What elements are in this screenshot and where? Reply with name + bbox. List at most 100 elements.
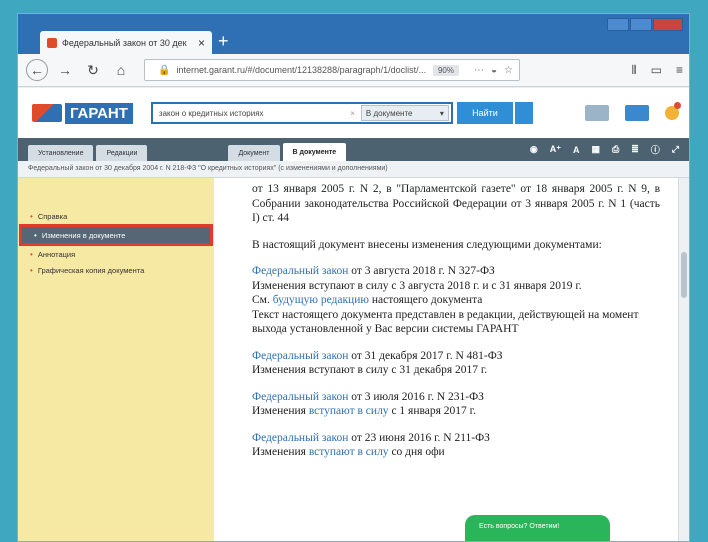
effective-text-tail: с 1 января 2017 г. bbox=[388, 405, 476, 417]
list-icon[interactable]: ≣ bbox=[631, 144, 639, 155]
maximize-button[interactable] bbox=[630, 18, 652, 31]
chat-widget-button[interactable]: Есть вопросы? Ответим! bbox=[465, 515, 610, 541]
search-scope-select[interactable]: В документе ▾ bbox=[360, 105, 449, 121]
change-entry: Федеральный закон от 3 июля 2016 г. N 23… bbox=[252, 390, 660, 419]
expand-icon[interactable]: ⤢ bbox=[672, 144, 679, 155]
font-increase-button[interactable]: A⁺ bbox=[550, 144, 561, 155]
intro-paragraph: от 13 января 2005 г. N 2, в "Парламентск… bbox=[252, 183, 660, 224]
law-title: от 31 декабря 2017 г. N 481-ФЗ bbox=[348, 349, 503, 362]
effective-text: Изменения вступают в силу с 3 августа 20… bbox=[252, 279, 582, 292]
reload-icon[interactable]: ↻ bbox=[82, 59, 104, 81]
effective-text: Изменения вступают в силу с 31 декабря 2… bbox=[252, 364, 488, 376]
law-link[interactable]: Федеральный закон bbox=[252, 265, 348, 277]
find-options-button[interactable] bbox=[514, 102, 533, 124]
close-window-button[interactable] bbox=[653, 18, 683, 31]
minimize-button[interactable] bbox=[607, 18, 629, 31]
lists-icon[interactable] bbox=[585, 105, 609, 121]
save-icon[interactable]: ▦ bbox=[592, 144, 601, 155]
pocket-icon[interactable]: ◒ bbox=[491, 65, 497, 76]
sidebar-item-label: Изменения в документе bbox=[41, 230, 126, 240]
forward-icon[interactable]: → bbox=[54, 59, 76, 81]
change-entry: Федеральный закон от 23 июня 2016 г. N 2… bbox=[252, 431, 660, 460]
menu-icon[interactable]: ≡ bbox=[676, 63, 683, 78]
garant-logo[interactable]: ГАРАНТ bbox=[32, 102, 133, 124]
future-edition-link[interactable]: будущую редакцию bbox=[273, 294, 369, 306]
browser-window: Федеральный закон от 30 дек × + ← → ↻ ⌂ … bbox=[17, 13, 690, 542]
bullet-icon: • bbox=[30, 265, 33, 275]
bullet-icon: • bbox=[34, 230, 37, 240]
law-title: от 23 июня 2016 г. N 211-ФЗ bbox=[348, 431, 490, 444]
home-icon[interactable]: ⌂ bbox=[110, 59, 132, 81]
document-content: от 13 января 2005 г. N 2, в "Парламентск… bbox=[214, 178, 680, 541]
effective-text: Изменения bbox=[252, 446, 309, 458]
see-text-tail: настоящего документа bbox=[368, 294, 483, 306]
scrollbar-thumb[interactable] bbox=[681, 252, 687, 298]
effective-text: Изменения bbox=[252, 405, 309, 417]
law-link[interactable]: Федеральный закон bbox=[252, 350, 348, 362]
zoom-level[interactable]: 90% bbox=[432, 64, 459, 76]
lock-icon: 🔒 bbox=[158, 64, 171, 76]
breadcrumb[interactable]: Федеральный закон от 30 декабря 2004 г. … bbox=[18, 161, 689, 178]
bullet-icon: • bbox=[30, 211, 33, 221]
tab-strip: Федеральный закон от 30 дек × + bbox=[18, 14, 689, 54]
browser-tab[interactable]: Федеральный закон от 30 дек × bbox=[40, 31, 212, 54]
find-button[interactable]: Найти bbox=[456, 102, 513, 124]
logo-text: ГАРАНТ bbox=[65, 102, 133, 124]
tab-title: Федеральный закон от 30 дек bbox=[62, 37, 187, 48]
print-icon[interactable]: ⎙ bbox=[612, 144, 619, 155]
users-icon[interactable] bbox=[625, 105, 649, 121]
sidebar-item-info[interactable]: • Справка bbox=[18, 208, 214, 224]
effective-text-tail: со дня офи bbox=[388, 446, 445, 458]
notifications-icon[interactable] bbox=[665, 102, 681, 120]
address-bar[interactable]: 🔒 internet.garant.ru/#/document/12138288… bbox=[144, 59, 520, 81]
back-icon[interactable]: ← bbox=[26, 59, 48, 81]
document-tools: ◉ A⁺ A ▦ ⎙ ≣ ⓘ ⤢ bbox=[518, 138, 679, 161]
logo-mark-icon bbox=[32, 104, 62, 122]
tab-in-document[interactable]: В документе bbox=[282, 143, 347, 161]
see-text: См. bbox=[252, 294, 273, 306]
chevron-down-icon: ▾ bbox=[439, 108, 444, 118]
url-text: internet.garant.ru/#/document/12138288/p… bbox=[176, 65, 427, 75]
sidebar-item-label: Аннотация bbox=[37, 249, 76, 259]
changes-lead: В настоящий документ внесены изменения с… bbox=[252, 238, 602, 251]
scrollbar[interactable] bbox=[678, 178, 689, 541]
sidebar-item-graphic-copy[interactable]: • Графическая копия документа bbox=[18, 262, 214, 278]
tab-editions[interactable]: Редакции bbox=[96, 145, 148, 161]
bookmark-star-icon[interactable]: ☆ bbox=[504, 65, 513, 76]
sidebar-item-label: Графическая копия документа bbox=[37, 265, 145, 275]
sidebar: • Справка • Изменения в документе • Анно… bbox=[18, 178, 214, 541]
new-tab-button[interactable]: + bbox=[218, 32, 229, 50]
change-entry: Федеральный закон от 3 августа 2018 г. N… bbox=[252, 264, 660, 337]
tab-document[interactable]: Документ bbox=[228, 145, 280, 161]
eye-icon[interactable]: ◉ bbox=[530, 144, 538, 155]
law-link[interactable]: Федеральный закон bbox=[252, 391, 348, 403]
document-tabs: Установление Редакции Документ В докумен… bbox=[18, 138, 689, 161]
law-title: от 3 июля 2016 г. N 231-ФЗ bbox=[348, 390, 484, 403]
effective-link[interactable]: вступают в силу bbox=[309, 446, 389, 458]
header-icons bbox=[569, 102, 681, 121]
effective-link[interactable]: вступают в силу bbox=[309, 405, 389, 417]
bullet-icon: • bbox=[30, 249, 33, 259]
library-icon[interactable]: ⫴ bbox=[632, 63, 637, 78]
more-icon[interactable]: ⋯ bbox=[474, 65, 484, 76]
font-decrease-button[interactable]: A bbox=[573, 145, 580, 155]
law-link[interactable]: Федеральный закон bbox=[252, 432, 348, 444]
sidebar-item-label: Справка bbox=[37, 211, 68, 221]
sidebar-item-changes[interactable]: • Изменения в документе bbox=[19, 224, 213, 246]
window-controls bbox=[606, 18, 683, 31]
garant-header: ГАРАНТ закон о кредитных историях × В до… bbox=[18, 88, 689, 138]
tab-close-icon[interactable]: × bbox=[198, 36, 205, 50]
change-entry: Федеральный закон от 31 декабря 2017 г. … bbox=[252, 349, 660, 378]
tab-setup[interactable]: Установление bbox=[28, 145, 94, 161]
sidebar-item-annotation[interactable]: • Аннотация bbox=[18, 246, 214, 262]
law-title: от 3 августа 2018 г. N 327-ФЗ bbox=[348, 265, 495, 277]
clear-search-icon[interactable]: × bbox=[350, 109, 355, 118]
sidebar-icon[interactable]: ▭ bbox=[651, 63, 662, 78]
search-scope-label: В документе bbox=[365, 108, 413, 118]
toolbar-icons: ⫴ ▭ ≡ bbox=[618, 63, 683, 78]
search-box[interactable]: закон о кредитных историях × В документе… bbox=[150, 102, 453, 124]
search-input[interactable]: закон о кредитных историях bbox=[159, 109, 344, 118]
edition-note: Текст настоящего документа представлен в… bbox=[252, 308, 639, 336]
navigation-bar: ← → ↻ ⌂ 🔒 internet.garant.ru/#/document/… bbox=[18, 54, 689, 87]
info-icon[interactable]: ⓘ bbox=[651, 143, 660, 156]
